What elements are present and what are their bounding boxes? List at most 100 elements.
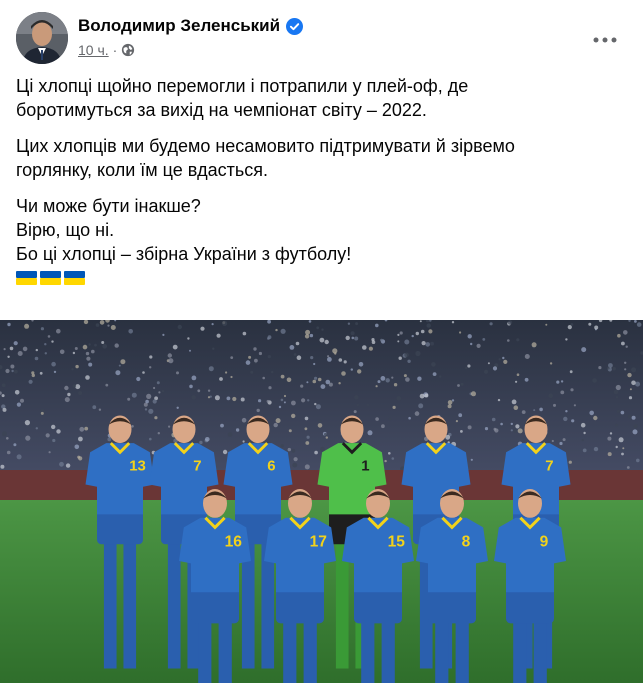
crowd-dot	[0, 464, 5, 469]
crowd-dot	[375, 385, 378, 388]
crowd-dot	[487, 362, 490, 365]
author-block: Володимир Зеленський 10 ч. ·	[78, 16, 304, 58]
crowd-dot	[581, 347, 587, 353]
crowd-dot	[458, 413, 463, 418]
crowd-dot	[253, 347, 257, 351]
crowd-dot	[560, 380, 564, 383]
crowd-dot	[484, 369, 488, 374]
crowd-dot	[626, 466, 630, 469]
crowd-dot	[291, 400, 296, 406]
flag-emoji-row	[16, 268, 616, 285]
ukraine-flag-icon	[40, 268, 61, 285]
crowd-dot	[94, 343, 97, 347]
post-timestamp[interactable]: 10 ч.	[78, 42, 109, 58]
crowd-dot	[207, 396, 211, 399]
avatar[interactable]	[16, 12, 68, 64]
crowd-dot	[623, 330, 628, 335]
crowd-dot	[304, 334, 310, 339]
crowd-dot	[560, 390, 565, 395]
crowd-dot	[268, 386, 272, 390]
crowd-dot	[451, 399, 455, 402]
crowd-dot	[515, 380, 518, 383]
player-leg	[123, 530, 137, 669]
crowd-dot	[355, 322, 359, 326]
crowd-dot	[607, 436, 612, 441]
crowd-dot	[227, 432, 233, 437]
crowd-dot	[398, 356, 402, 360]
crowd-dot	[551, 439, 554, 443]
crowd-dot	[405, 377, 410, 382]
crowd-dot	[120, 359, 126, 365]
crowd-dot	[142, 371, 145, 374]
crowd-dot	[254, 358, 258, 363]
crowd-dot	[565, 338, 568, 341]
crowd-dot	[35, 348, 38, 352]
crowd-dot	[636, 458, 640, 463]
player-shorts	[354, 587, 402, 624]
ukraine-flag-icon	[64, 268, 85, 285]
crowd-dot	[220, 413, 223, 416]
globe-icon[interactable]	[121, 43, 135, 57]
crowd-dot	[517, 428, 523, 434]
crowd-dot	[149, 366, 152, 369]
post-photo[interactable]: 13 7 6 1 7 16 17 15 8 9	[0, 320, 643, 683]
jersey-number: 13	[129, 458, 146, 475]
crowd-dot	[10, 364, 15, 369]
more-options-button[interactable]	[587, 22, 623, 58]
crowd-dot	[95, 323, 100, 327]
crowd-dot	[176, 371, 179, 375]
crowd-dot	[573, 404, 577, 407]
post-paragraph-1: Ці хлопці щойно перемогли і потрапили у …	[16, 74, 616, 122]
crowd-dot	[189, 349, 191, 352]
crowd-dot	[189, 384, 193, 389]
crowd-dot	[64, 397, 70, 403]
crowd-dot	[45, 433, 50, 438]
crowd-dot	[291, 413, 296, 419]
crowd-dot	[295, 341, 300, 346]
crowd-dot	[507, 339, 510, 342]
crowd-dot	[275, 328, 278, 332]
crowd-dot	[634, 320, 637, 323]
crowd-dot	[101, 341, 105, 344]
crowd-dot	[397, 340, 400, 343]
crowd-dot	[314, 450, 318, 455]
crowd-dot	[305, 441, 310, 445]
crowd-dot	[84, 426, 89, 431]
author-name[interactable]: Володимир Зеленський	[78, 16, 280, 36]
crowd-dot	[153, 386, 156, 390]
crowd-dot	[632, 429, 638, 435]
crowd-dot	[460, 382, 464, 386]
crowd-dot	[609, 432, 613, 435]
crowd-dot	[16, 454, 22, 460]
crowd-dot	[24, 323, 30, 329]
crowd-dot	[275, 418, 281, 424]
crowd-dot	[431, 362, 436, 367]
crowd-dot	[293, 353, 297, 356]
crowd-dot	[491, 417, 496, 422]
crowd-dot	[627, 372, 632, 378]
crowd-dot	[465, 367, 468, 369]
crowd-dot	[549, 362, 553, 365]
crowd-dot	[207, 389, 211, 392]
player-shorts	[191, 587, 239, 624]
crowd-dot	[172, 344, 178, 350]
jersey-number: 1	[361, 458, 369, 475]
crowd-dot	[460, 430, 463, 433]
crowd-dot	[300, 384, 304, 388]
crowd-dot	[191, 375, 197, 381]
crowd-dot	[621, 341, 625, 346]
crowd-dot	[618, 437, 624, 443]
crowd-dot	[562, 438, 566, 442]
crowd-dot	[503, 359, 508, 364]
crowd-dot	[136, 376, 141, 382]
crowd-dot	[219, 377, 223, 381]
crowd-dot	[399, 331, 403, 335]
crowd-dot	[31, 371, 35, 375]
crowd-dot	[24, 420, 30, 426]
crowd-dot	[208, 366, 214, 372]
crowd-dot	[53, 370, 57, 374]
post-header: Володимир Зеленський 10 ч. ·	[16, 12, 627, 68]
crowd-dot	[317, 423, 323, 428]
crowd-dot	[280, 398, 284, 402]
crowd-dot	[320, 446, 325, 452]
